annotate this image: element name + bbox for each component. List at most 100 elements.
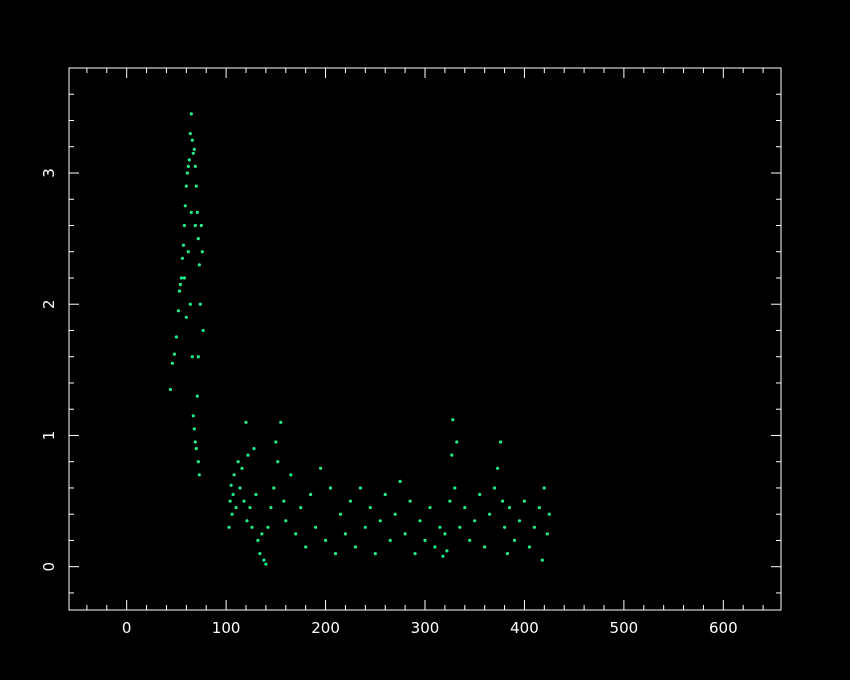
- data-point: [189, 112, 193, 116]
- data-point: [512, 538, 517, 543]
- data-point: [501, 499, 505, 503]
- data-point: [423, 538, 427, 543]
- data-point: [244, 420, 248, 424]
- data-point: [192, 427, 196, 431]
- data-point: [258, 552, 262, 556]
- data-point: [197, 473, 201, 477]
- data-point: [190, 355, 194, 359]
- x-tick-label: 100: [212, 619, 241, 637]
- data-point: [256, 538, 260, 543]
- data-point: [246, 453, 250, 457]
- data-point: [338, 512, 343, 516]
- data-point: [279, 420, 283, 424]
- data-point: [547, 512, 551, 516]
- data-point: [266, 525, 270, 529]
- data-point: [448, 499, 452, 503]
- data-point: [178, 282, 182, 287]
- data-point: [196, 460, 200, 464]
- scatter-chart: 0 100 200 300 400 500 600 0 1 2 3: [0, 0, 850, 680]
- data-point: [250, 525, 254, 529]
- data-point: [236, 460, 240, 464]
- data-point: [196, 355, 200, 359]
- data-point: [191, 414, 195, 418]
- data-point: [478, 492, 482, 497]
- data-point: [184, 184, 188, 188]
- data-point: [403, 532, 407, 536]
- data-point: [185, 171, 189, 175]
- data-point: [231, 492, 235, 497]
- data-point: [496, 466, 500, 470]
- data-point: [186, 164, 190, 168]
- data-point: [262, 558, 266, 562]
- data-point: [200, 250, 204, 254]
- data-point: [343, 532, 347, 536]
- data-point: [183, 204, 187, 208]
- data-point: [274, 440, 278, 444]
- data-point: [493, 486, 497, 490]
- y-tick-label: 3: [40, 168, 58, 178]
- data-point: [269, 506, 273, 510]
- data-point: [413, 552, 417, 556]
- data-point: [453, 486, 457, 490]
- data-point: [418, 519, 422, 523]
- data-point: [358, 486, 362, 490]
- data-point: [188, 132, 192, 136]
- data-point: [198, 302, 202, 306]
- data-point: [282, 499, 286, 503]
- data-point: [182, 223, 186, 228]
- data-point: [522, 499, 527, 503]
- data-point: [383, 492, 387, 497]
- data-point: [455, 440, 459, 444]
- data-point: [527, 545, 532, 549]
- data-point: [540, 558, 544, 562]
- x-tick-label: 500: [610, 619, 639, 637]
- data-point: [545, 532, 549, 536]
- data-point: [499, 440, 503, 444]
- data-point: [433, 545, 437, 549]
- data-point: [245, 519, 249, 523]
- data-point: [264, 562, 268, 566]
- data-point: [177, 289, 181, 293]
- data-point: [238, 486, 242, 490]
- data-point: [254, 492, 258, 497]
- data-point: [468, 538, 472, 543]
- data-point: [240, 466, 244, 470]
- data-point: [353, 545, 357, 549]
- x-tick-label: 600: [709, 619, 738, 637]
- data-point: [505, 552, 510, 556]
- data-point: [378, 519, 382, 523]
- data-point: [373, 552, 377, 556]
- data-point: [174, 335, 178, 339]
- data-point: [190, 138, 194, 142]
- data-point: [172, 352, 176, 356]
- data-point: [276, 460, 280, 464]
- data-point: [232, 473, 236, 477]
- data-point: [483, 545, 487, 549]
- data-point: [428, 506, 432, 510]
- data-point: [451, 418, 455, 422]
- data-point: [230, 512, 234, 516]
- data-point: [488, 512, 492, 516]
- data-point: [284, 519, 288, 523]
- data-point: [445, 549, 449, 553]
- data-point: [186, 250, 190, 254]
- data-point: [184, 315, 188, 319]
- data-point: [398, 479, 402, 483]
- data-point: [195, 394, 199, 398]
- data-point: [289, 473, 293, 477]
- data-point: [388, 538, 392, 543]
- data-point: [197, 263, 201, 267]
- data-point: [393, 512, 397, 516]
- data-point: [324, 538, 328, 543]
- data-point: [328, 486, 333, 490]
- data-point: [193, 164, 197, 168]
- data-point: [463, 506, 467, 510]
- data-point: [408, 499, 412, 503]
- data-point: [188, 302, 192, 306]
- y-tick-label: 1: [40, 431, 58, 441]
- data-point: [182, 276, 186, 280]
- data-point: [319, 466, 323, 470]
- data-point: [248, 506, 252, 510]
- data-point: [191, 151, 195, 155]
- data-point: [458, 525, 462, 529]
